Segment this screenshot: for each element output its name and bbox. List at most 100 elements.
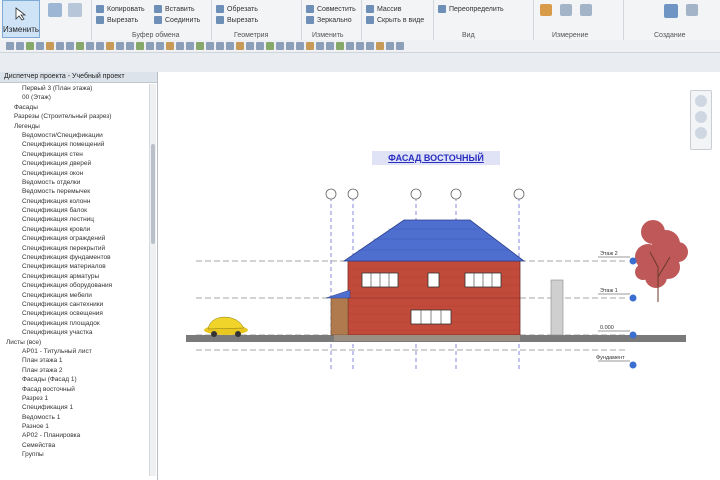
assembly-icon[interactable] — [686, 4, 698, 16]
tool-icon[interactable] — [216, 42, 224, 50]
tool-icon[interactable] — [46, 42, 54, 50]
ribbon-tool[interactable]: Скрыть в виде — [366, 15, 424, 25]
tool-icon[interactable] — [296, 42, 304, 50]
ribbon-tool[interactable]: Зеркально — [306, 15, 352, 25]
ribbon-tool[interactable]: Копировать — [96, 4, 145, 14]
browser-tree-item[interactable]: Спецификация помещений — [0, 140, 148, 149]
tool-icon[interactable] — [56, 42, 64, 50]
tool-icon[interactable] — [186, 42, 194, 50]
tool-icon[interactable] — [396, 42, 404, 50]
browser-tree-item[interactable]: Спецификация арматуры — [0, 272, 148, 281]
tool-icon[interactable] — [156, 42, 164, 50]
modify-button[interactable]: Изменить — [2, 0, 40, 38]
browser-tree-item[interactable]: Ведомость отделки — [0, 178, 148, 187]
tool-icon[interactable] — [236, 42, 244, 50]
ribbon-tool[interactable]: Вставить — [154, 4, 195, 14]
ribbon-tool[interactable]: Вырезать — [96, 15, 138, 25]
tool-icon[interactable] — [166, 42, 174, 50]
steering-wheel-icon[interactable] — [695, 95, 707, 107]
browser-tree-item[interactable]: Спецификация фундаментов — [0, 253, 148, 262]
dimension-icon[interactable] — [560, 4, 572, 16]
browser-tree-item[interactable]: Спецификация площадок — [0, 319, 148, 328]
tool-icon[interactable] — [286, 42, 294, 50]
tool-icon[interactable] — [176, 42, 184, 50]
pan-icon[interactable] — [695, 127, 707, 139]
browser-tree-item[interactable]: Группы — [0, 450, 148, 459]
browser-tree-item[interactable]: Листы (все) — [0, 338, 148, 347]
tool-icon[interactable] — [16, 42, 24, 50]
tool-icon[interactable] — [376, 42, 384, 50]
navigation-bar[interactable] — [690, 90, 712, 150]
browser-tree-item[interactable]: Спецификация материалов — [0, 262, 148, 271]
tool-icon[interactable] — [336, 42, 344, 50]
browser-tree-item[interactable]: Спецификация сантехники — [0, 300, 148, 309]
browser-tree-item[interactable]: Разрез 1 — [0, 394, 148, 403]
browser-tree-item[interactable]: Спецификация ограждений — [0, 234, 148, 243]
tool-icon[interactable] — [36, 42, 44, 50]
tool-icon[interactable] — [116, 42, 124, 50]
browser-tree-item[interactable]: Спецификация колонн — [0, 197, 148, 206]
browser-tree-item[interactable]: Спецификация балок — [0, 206, 148, 215]
tool-icon[interactable] — [306, 42, 314, 50]
tool-icon[interactable] — [366, 42, 374, 50]
browser-tree-item[interactable]: 00 (Этаж) — [0, 93, 148, 102]
tool-icon[interactable] — [126, 42, 134, 50]
browser-tree-item[interactable]: Спецификация кровли — [0, 225, 148, 234]
browser-tree-item[interactable]: Разное 1 — [0, 422, 148, 431]
browser-tree-item[interactable]: АР02 - Планировка — [0, 431, 148, 440]
browser-scrollbar[interactable] — [149, 84, 156, 476]
ribbon-tool[interactable]: Массив — [366, 4, 401, 14]
browser-tree-item[interactable]: Ведомости/Спецификации — [0, 131, 148, 140]
create-group-icon[interactable] — [664, 4, 678, 18]
tool-icon[interactable] — [386, 42, 394, 50]
angle-icon[interactable] — [580, 4, 592, 16]
ribbon-tool[interactable]: Переопределить — [438, 4, 504, 14]
browser-tree-item[interactable]: Спецификация дверей — [0, 159, 148, 168]
measure-icon[interactable] — [540, 4, 552, 16]
browser-tree-item[interactable]: Легенды — [0, 122, 148, 131]
tool-icon[interactable] — [26, 42, 34, 50]
tool-icon[interactable] — [106, 42, 114, 50]
tool-icon[interactable] — [146, 42, 154, 50]
browser-tree-item[interactable]: Разрезы (Строительный разрез) — [0, 112, 148, 121]
browser-tree-item[interactable]: Спецификация мебели — [0, 291, 148, 300]
browser-tree-item[interactable]: Спецификация оборудования — [0, 281, 148, 290]
tool-icon[interactable] — [196, 42, 204, 50]
tool-icon[interactable] — [276, 42, 284, 50]
browser-tree-item[interactable]: План этажа 2 — [0, 366, 148, 375]
ribbon-tool[interactable]: Соединить — [154, 15, 200, 25]
tool-icon[interactable] — [136, 42, 144, 50]
browser-tree-item[interactable]: Семейства — [0, 441, 148, 450]
scrollbar-thumb[interactable] — [151, 144, 155, 244]
ribbon-tool[interactable]: Совместить — [306, 4, 356, 14]
browser-tree-item[interactable]: Спецификация 1 — [0, 403, 148, 412]
tool-icon[interactable] — [6, 42, 14, 50]
browser-tree-item[interactable]: Спецификация стен — [0, 150, 148, 159]
tool-icon[interactable] — [226, 42, 234, 50]
tool-icon[interactable] — [316, 42, 324, 50]
tool-icon[interactable] — [246, 42, 254, 50]
tool-icon[interactable] — [266, 42, 274, 50]
zoom-icon[interactable] — [695, 111, 707, 123]
tool-icon[interactable] — [346, 42, 354, 50]
browser-tree-item[interactable]: Ведомость перемычек — [0, 187, 148, 196]
type-properties-icon[interactable] — [68, 3, 82, 17]
tool-icon[interactable] — [86, 42, 94, 50]
ribbon-tool[interactable]: Вырезать — [216, 15, 258, 25]
browser-tree-item[interactable]: Фасады — [0, 103, 148, 112]
tool-icon[interactable] — [96, 42, 104, 50]
browser-tree-item[interactable]: Спецификация окон — [0, 169, 148, 178]
properties-icon[interactable] — [48, 3, 62, 17]
browser-tree-item[interactable]: План этажа 1 — [0, 356, 148, 365]
tool-icon[interactable] — [356, 42, 364, 50]
browser-tree-item[interactable]: Фасады (Фасад 1) — [0, 375, 148, 384]
browser-tree-item[interactable]: АР01 - Титульный лист — [0, 347, 148, 356]
tool-icon[interactable] — [66, 42, 74, 50]
browser-tree-item[interactable]: Спецификация лестниц — [0, 215, 148, 224]
tool-icon[interactable] — [206, 42, 214, 50]
tool-icon[interactable] — [256, 42, 264, 50]
browser-tree-item[interactable]: Фасад восточный — [0, 385, 148, 394]
browser-tree-item[interactable]: Спецификация участка — [0, 328, 148, 337]
browser-tree-item[interactable]: Ведомость 1 — [0, 413, 148, 422]
browser-tree-item[interactable]: Спецификация освещения — [0, 309, 148, 318]
